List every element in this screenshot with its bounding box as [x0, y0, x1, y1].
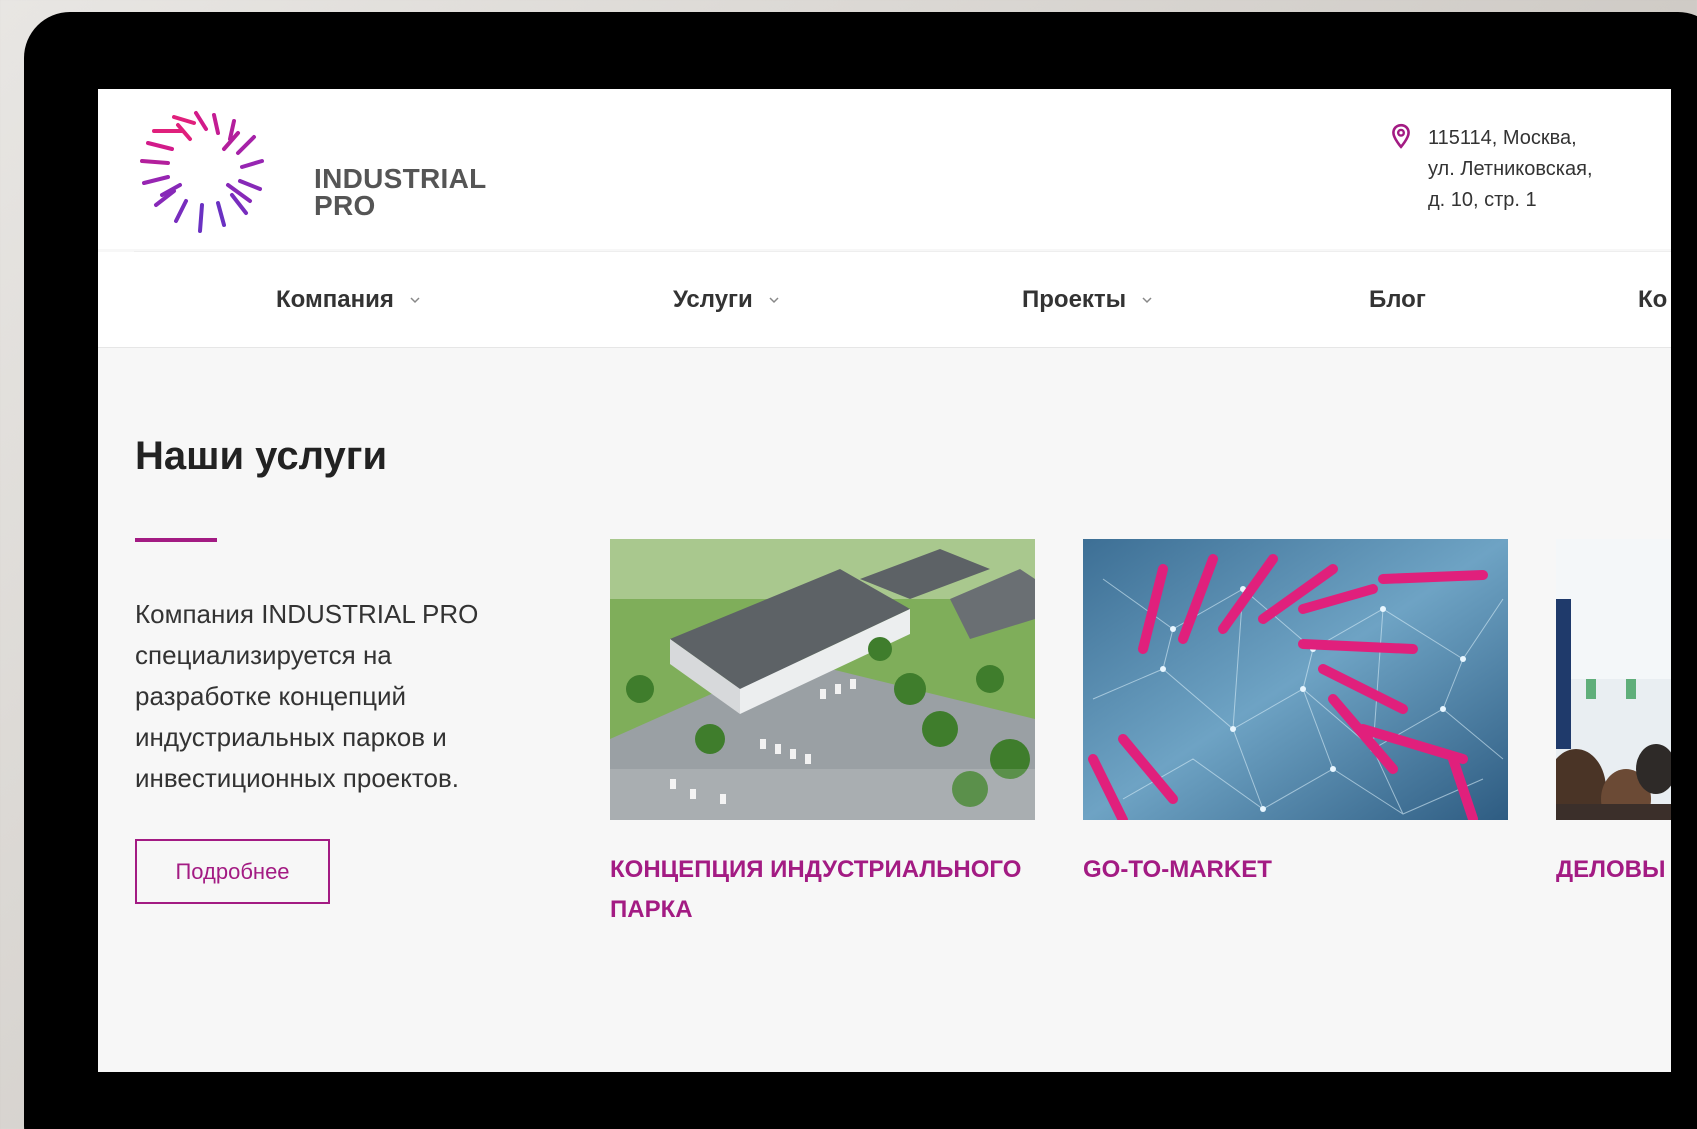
nav-item-blog[interactable]: Блог [1369, 286, 1426, 314]
tablet-frame: INDUSTRIAL PRO 115114, Москва, ул. Летни… [24, 12, 1697, 1129]
more-button[interactable]: Подробнее [135, 839, 330, 904]
nav-item-label: Услуги [673, 286, 753, 313]
conference-image[interactable] [1556, 539, 1671, 820]
nav-item-label: Блог [1369, 286, 1426, 313]
section-description: Компания INDUSTRIAL PRO специализируется… [135, 599, 479, 793]
nav-item-label: Проекты [1022, 286, 1127, 313]
service-card-title[interactable]: КОНЦЕПЦИЯ ИНДУСТРИАЛЬНОГО ПАРКА [610, 850, 1035, 930]
nav-item-contacts[interactable]: Ко [1638, 286, 1667, 314]
logo-text-line1: INDUSTRIAL [314, 163, 487, 194]
service-card[interactable]: GO-TO-MARKET [1083, 539, 1508, 890]
chevron-down-icon [410, 297, 420, 304]
address-text: 115114, Москва, ул. Летниковская, д. 10,… [1428, 127, 1593, 211]
service-card[interactable]: КОНЦЕПЦИЯ ИНДУСТРИАЛЬНОГО ПАРКА [610, 539, 1035, 930]
main-nav: Компания Услуги Проекты Блог Ко [98, 252, 1671, 348]
chevron-down-icon [1142, 297, 1152, 304]
nav-item-projects[interactable]: Проекты [1022, 286, 1154, 314]
network-abstract-image[interactable] [1083, 539, 1508, 820]
nav-item-services[interactable]: Услуги [673, 286, 781, 314]
service-card-title[interactable]: ДЕЛОВЫ [1556, 850, 1671, 890]
service-card[interactable]: ДЕЛОВЫ [1556, 539, 1671, 890]
logo-text: INDUSTRIAL PRO [314, 163, 487, 221]
nav-item-label: Компания [276, 286, 394, 313]
service-card-title[interactable]: GO-TO-MARKET [1083, 850, 1508, 890]
logo-text-line2: PRO [314, 190, 376, 221]
map-pin-icon [1392, 123, 1410, 149]
chevron-down-icon [769, 297, 779, 304]
title-underline [135, 538, 217, 542]
section-title: Наши услуги [135, 434, 388, 478]
logo[interactable]: INDUSTRIAL PRO [134, 109, 486, 239]
nav-item-company[interactable]: Компания [276, 286, 422, 314]
logo-burst-icon [140, 111, 264, 233]
browser-viewport: INDUSTRIAL PRO 115114, Москва, ул. Летни… [98, 89, 1671, 1072]
site-header: INDUSTRIAL PRO 115114, Москва, ул. Летни… [98, 89, 1671, 249]
industrial-park-image[interactable] [610, 539, 1035, 820]
nav-item-label: Ко [1638, 286, 1668, 313]
